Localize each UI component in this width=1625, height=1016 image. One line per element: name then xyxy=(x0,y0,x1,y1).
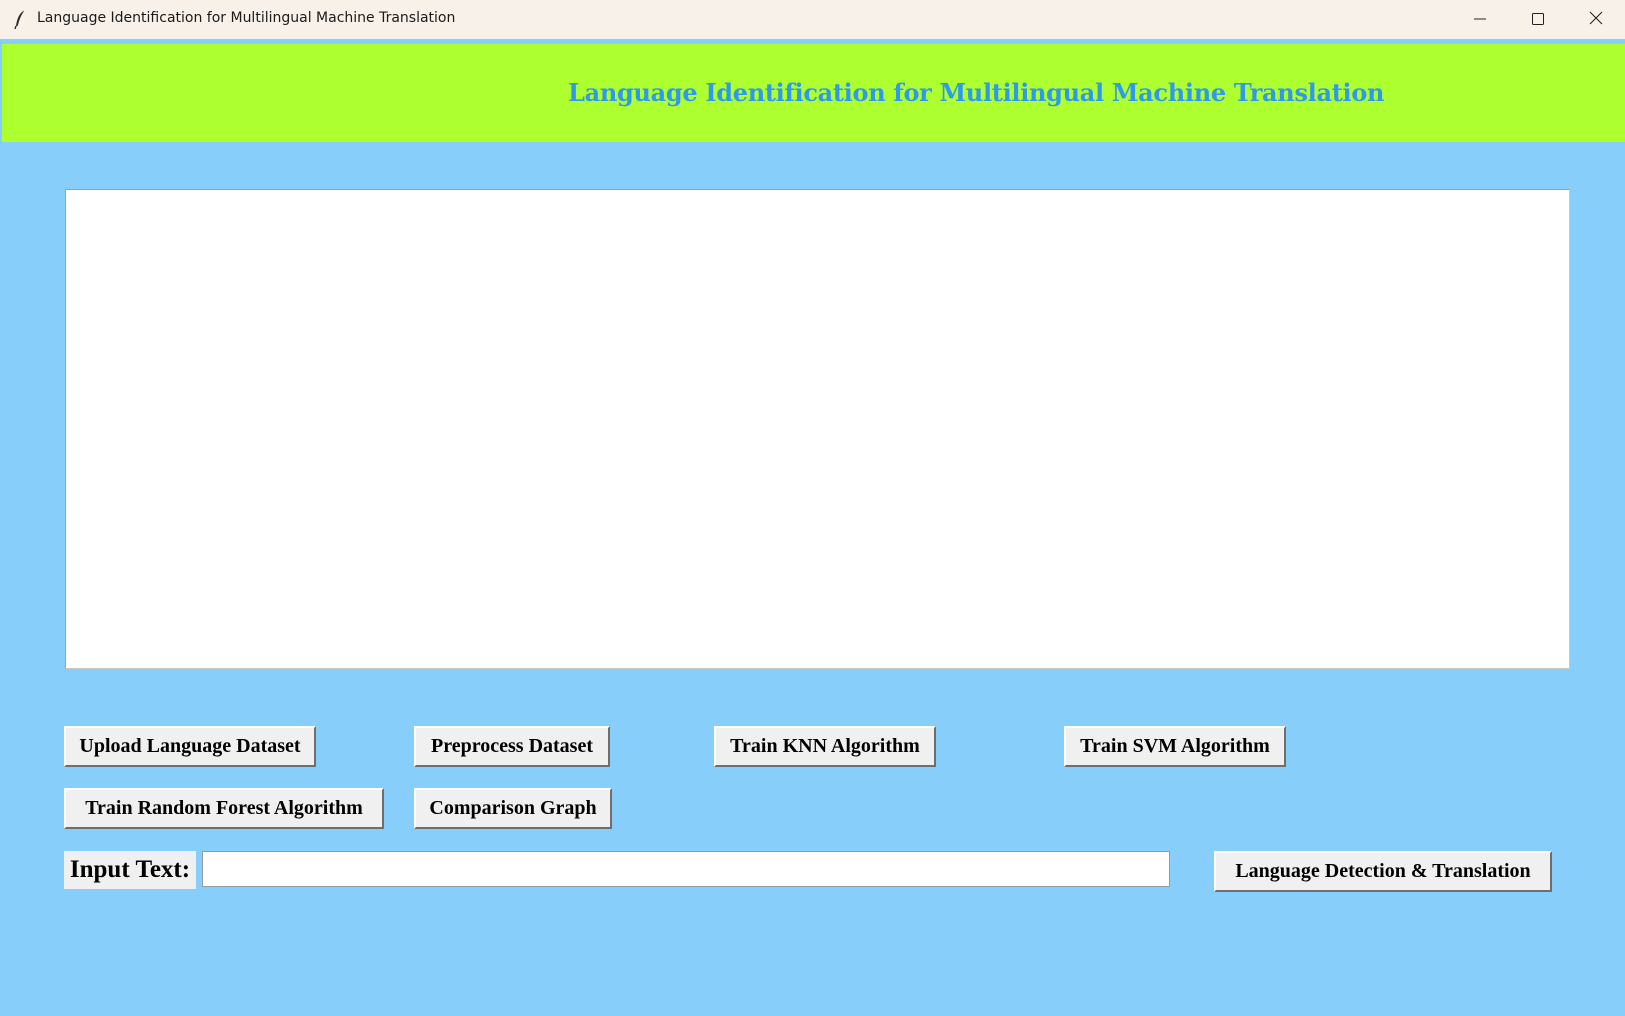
title-bar[interactable]: Language Identification for Multilingual… xyxy=(0,0,1625,39)
preprocess-dataset-button[interactable]: Preprocess Dataset xyxy=(414,726,610,767)
feather-icon xyxy=(13,9,29,30)
minimize-button[interactable] xyxy=(1451,0,1509,39)
close-button[interactable] xyxy=(1567,0,1625,39)
maximize-icon xyxy=(1532,10,1544,29)
train-svm-button[interactable]: Train SVM Algorithm xyxy=(1064,726,1286,767)
header-banner: Language Identification for Multilingual… xyxy=(2,44,1625,142)
close-icon xyxy=(1589,10,1603,29)
input-text-field[interactable] xyxy=(202,851,1170,887)
page-title: Language Identification for Multilingual… xyxy=(568,78,1385,107)
window-title: Language Identification for Multilingual… xyxy=(37,10,456,26)
app-window: Language Identification for Multilingual… xyxy=(0,0,1625,1016)
train-random-forest-button[interactable]: Train Random Forest Algorithm xyxy=(64,788,384,829)
output-text-area[interactable] xyxy=(65,189,1570,669)
comparison-graph-button[interactable]: Comparison Graph xyxy=(414,788,612,829)
language-detection-button[interactable]: Language Detection & Translation xyxy=(1214,851,1552,892)
upload-dataset-button[interactable]: Upload Language Dataset xyxy=(64,726,316,767)
maximize-button[interactable] xyxy=(1509,0,1567,39)
input-text-label: Input Text: xyxy=(64,851,196,889)
train-knn-button[interactable]: Train KNN Algorithm xyxy=(714,726,936,767)
minimize-icon xyxy=(1474,10,1486,29)
